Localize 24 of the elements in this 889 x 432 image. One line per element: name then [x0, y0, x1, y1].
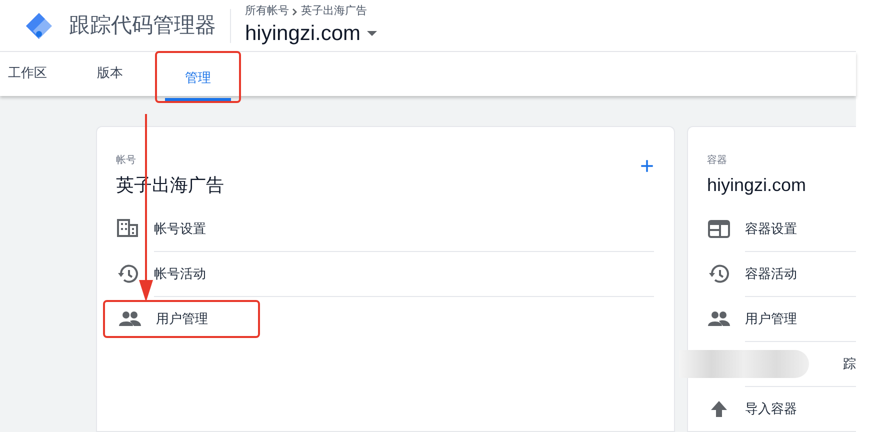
breadcrumb-link[interactable]: 所有帐号 [245, 3, 289, 20]
container-name[interactable]: hiyingzi.com [245, 20, 361, 48]
section-title: hiyingzi.com [707, 174, 806, 197]
caret-icon[interactable] [366, 31, 377, 36]
breadcrumb-link[interactable]: 英子出海广告 [301, 3, 367, 20]
menu-link[interactable]: 用户管理 [745, 309, 797, 329]
add-button[interactable]: + [640, 155, 654, 179]
history-icon [707, 262, 731, 286]
menu-link[interactable]: 容器设置 [745, 219, 797, 239]
tab[interactable]: 工作区 [8, 52, 77, 96]
section-label: 容器 [707, 154, 728, 168]
history-icon [116, 262, 140, 286]
logo-icon [24, 10, 54, 40]
section-label: 帐号 [116, 154, 137, 168]
product-title: 跟踪代码管理器 [69, 12, 216, 39]
menu-link[interactable]: 容器活动 [745, 264, 797, 284]
menu-link[interactable]: 用户管理 [156, 309, 208, 329]
menu-link[interactable]: 帐号设置 [154, 219, 206, 239]
menu-link[interactable]: 踪 [843, 354, 856, 374]
menu-link[interactable]: 帐号活动 [154, 264, 206, 284]
menu-link[interactable]: 导入容器 [745, 399, 797, 419]
tab[interactable]: 版本 [77, 52, 143, 96]
chevron-icon [291, 8, 299, 16]
window-icon [707, 217, 731, 241]
